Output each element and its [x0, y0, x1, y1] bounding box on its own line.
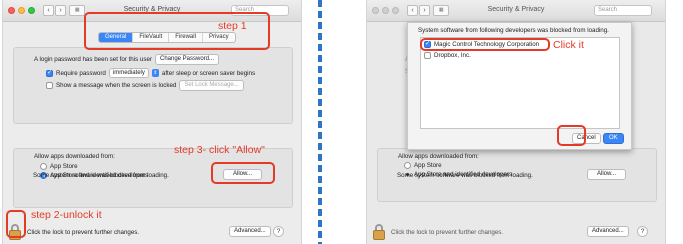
lock-text: Click the lock to prevent further change…: [27, 229, 140, 236]
step1-label: step 1: [218, 20, 247, 32]
radio-app-store-row: App Store: [40, 163, 78, 170]
radio-app-store[interactable]: [404, 162, 411, 169]
require-password-row: ✓ Require password immediately ⇕ after s…: [46, 68, 255, 78]
require-password-label: Require password: [56, 69, 106, 77]
developer-row-dropbox[interactable]: Dropbox, Inc.: [424, 52, 471, 59]
advanced-button[interactable]: Advanced...: [587, 226, 629, 237]
allow-apps-heading: Allow apps downloaded from:: [34, 153, 115, 160]
require-password-select[interactable]: immediately: [108, 68, 149, 78]
page: ‹ › ▦ Security & Privacy Search General …: [0, 0, 683, 244]
bottom-bar: Click the lock to prevent further change…: [3, 218, 301, 244]
show-message-label: Show a message when the screen is locked: [56, 82, 177, 89]
change-password-button[interactable]: Change Password...: [154, 54, 220, 65]
window-toolbar: ‹ › ▦ Security & Privacy Search: [367, 0, 665, 22]
radio-app-store[interactable]: [40, 163, 47, 170]
step3-highlight-box: [211, 162, 275, 184]
help-button[interactable]: ?: [637, 226, 648, 237]
radio-app-store-label: App Store: [50, 163, 78, 170]
blocked-text: Some system software was blocked from lo…: [397, 172, 533, 179]
developer-name-dropbox: Dropbox, Inc.: [434, 52, 471, 59]
after-sleep-text: after sleep or screen saver begins: [161, 69, 256, 77]
allow-apps-heading: Allow apps downloaded from:: [398, 153, 479, 160]
login-password-text: A login password has been set for this u…: [34, 56, 152, 63]
show-message-row: Show a message when the screen is locked…: [46, 80, 244, 91]
step2-label: step 2-unlock it: [31, 209, 102, 221]
step2-highlight-box: [6, 210, 26, 238]
advanced-button[interactable]: Advanced...: [229, 226, 271, 237]
click-it-label: Click it: [553, 39, 584, 51]
ok-button[interactable]: OK: [603, 133, 624, 144]
sheet-message: System software from following developer…: [418, 27, 609, 34]
help-button[interactable]: ?: [273, 226, 284, 237]
blocked-text: Some system software was blocked from lo…: [33, 172, 169, 179]
developer-checkbox-dropbox[interactable]: [424, 52, 431, 59]
bottom-bar: Click the lock to prevent further change…: [367, 218, 665, 244]
lock-icon[interactable]: [373, 224, 385, 240]
require-password-checkbox[interactable]: ✓: [46, 69, 53, 77]
ok-highlight-box: [557, 125, 586, 146]
set-lock-message-button[interactable]: Set Lock Message...: [179, 80, 244, 91]
lock-text: Click the lock to prevent further change…: [391, 229, 504, 236]
radio-app-store-label: App Store: [414, 162, 442, 169]
login-password-row: A login password has been set for this u…: [34, 54, 220, 65]
click-it-highlight-box: [420, 38, 550, 51]
search-input[interactable]: Search: [594, 5, 652, 16]
step3-label: step 3- click "Allow": [174, 144, 265, 156]
allow-button[interactable]: Allow...: [587, 169, 627, 180]
select-arrows-icon[interactable]: ⇕: [151, 69, 159, 77]
security-privacy-window-right: ‹ › ▦ Security & Privacy Search A S Allo…: [366, 0, 666, 244]
dashed-divider: [318, 0, 322, 244]
show-message-checkbox[interactable]: [46, 82, 53, 89]
login-settings-panel: A login password has been set for this u…: [13, 47, 293, 124]
radio-app-store-row: App Store: [404, 162, 442, 169]
